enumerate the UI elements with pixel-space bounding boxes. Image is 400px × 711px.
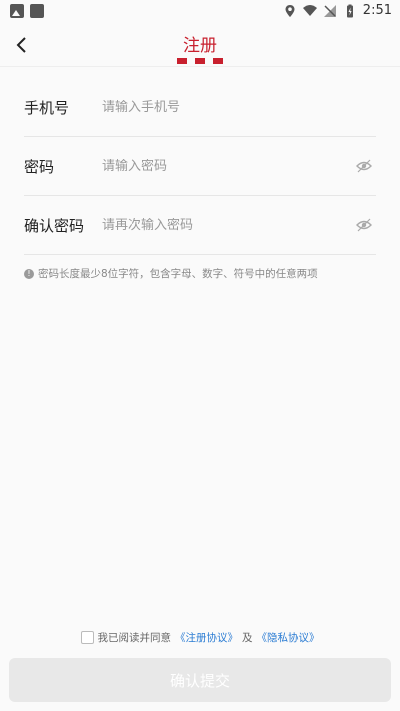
phone-row: 手机号 — [24, 78, 376, 137]
toggle-visibility-icon[interactable] — [356, 217, 372, 233]
password-hint-text: 密码长度最少8位字符，包含字母、数字、符号中的任意两项 — [38, 268, 318, 280]
indicator-dash — [195, 58, 205, 64]
toggle-visibility-icon[interactable] — [356, 158, 372, 174]
phone-input[interactable] — [102, 99, 376, 115]
location-icon — [285, 4, 295, 17]
agreement-and: 及 — [242, 632, 253, 644]
confirm-password-input[interactable] — [102, 217, 376, 233]
app-header: 注册 — [0, 24, 400, 67]
confirm-row: 确认密码 — [24, 196, 376, 255]
image-notification-icon — [10, 4, 24, 18]
title-indicator — [177, 58, 223, 64]
indicator-dash — [177, 58, 187, 64]
register-form: 手机号 密码 确认密码 — [24, 78, 376, 255]
privacy-agreement-link[interactable]: 《隐私协议》 — [257, 630, 320, 645]
page-title: 注册 — [183, 36, 217, 56]
agree-checkbox[interactable] — [80, 631, 94, 644]
wifi-icon — [302, 4, 317, 16]
no-signal-icon — [323, 4, 336, 17]
battery-charging-icon — [346, 4, 353, 17]
agreement-row: 我已阅读并同意 《注册协议》 及 《隐私协议》 — [0, 630, 400, 645]
status-left — [10, 4, 44, 18]
password-hint: ! 密码长度最少8位字符，包含字母、数字、符号中的任意两项 — [24, 266, 318, 281]
password-label: 密码 — [24, 157, 55, 176]
status-bar: 2:51 — [0, 0, 400, 24]
agreement-prefix: 我已阅读并同意 — [97, 632, 172, 644]
phone-label: 手机号 — [24, 98, 70, 117]
submit-button[interactable]: 确认提交 — [9, 658, 391, 702]
app-notification-icon — [30, 4, 44, 18]
register-agreement-link[interactable]: 《注册协议》 — [175, 630, 238, 645]
status-time: 2:51 — [362, 3, 392, 18]
password-row: 密码 — [24, 137, 376, 196]
confirm-label: 确认密码 — [24, 216, 85, 235]
info-icon: ! — [24, 268, 34, 279]
password-input[interactable] — [102, 158, 376, 174]
status-right: 2:51 — [283, 3, 392, 18]
indicator-dash — [213, 58, 223, 64]
